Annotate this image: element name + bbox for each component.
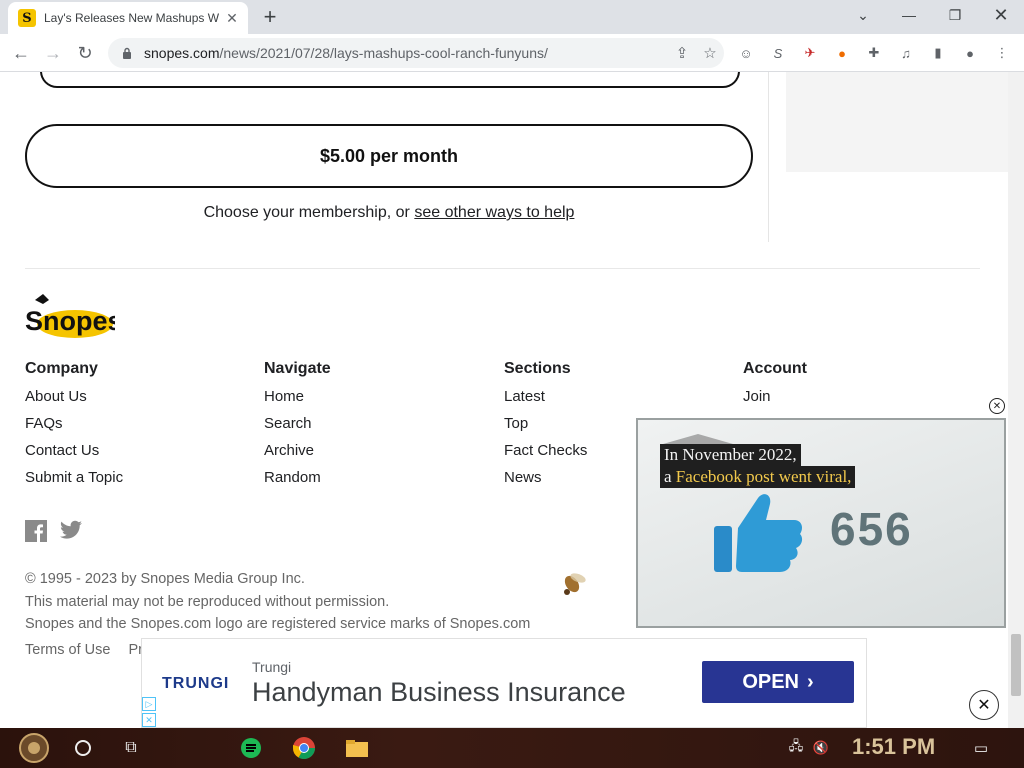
sidebar-placeholder — [786, 72, 1008, 172]
footer-link-archive[interactable]: Archive — [264, 442, 331, 469]
video-caption-line1: In November 2022, — [660, 444, 801, 466]
page-content: $5.00 per month Choose your membership, … — [0, 72, 1024, 728]
minimize-button[interactable]: — — [889, 2, 929, 28]
spotify-icon[interactable] — [236, 732, 266, 764]
footer-link-search[interactable]: Search — [264, 415, 331, 442]
task-view-icon[interactable]: ⧉ — [118, 732, 144, 764]
footer-link-top[interactable]: Top — [504, 415, 587, 442]
extension-color-icon[interactable]: ● — [832, 43, 852, 63]
previous-membership-option[interactable] — [40, 72, 740, 88]
ad-brand-logo: TRUNGI — [162, 675, 230, 692]
copyright-block: © 1995 - 2023 by Snopes Media Group Inc.… — [25, 568, 530, 636]
footer-account-column: Account Join — [743, 360, 807, 415]
footer-divider — [25, 268, 980, 269]
twitter-icon[interactable] — [59, 520, 83, 547]
copyright-text: © 1995 - 2023 by Snopes Media Group Inc. — [25, 571, 305, 587]
column-divider — [768, 72, 769, 242]
ad-headline: Handyman Business Insurance — [252, 677, 626, 707]
thumbs-up-icon — [714, 494, 803, 572]
footer-navigate-column: Navigate Home Search Archive Random — [264, 360, 331, 496]
network-icon[interactable]: 🖧 — [786, 732, 806, 764]
reload-button[interactable]: ↻ — [72, 40, 98, 66]
logo-text: Snopes — [25, 306, 115, 336]
footer-company-column: Company About Us FAQs Contact Us Submit … — [25, 360, 123, 496]
tab-title: Lay's Releases New Mashups W — [44, 11, 220, 25]
snopes-favicon-icon: S — [18, 9, 36, 27]
back-button[interactable]: ← — [8, 40, 34, 66]
file-explorer-icon[interactable] — [342, 732, 372, 764]
vertical-scrollbar[interactable] — [1008, 72, 1024, 728]
media-controls-icon[interactable]: ♫ — [896, 43, 916, 63]
footer-link-news[interactable]: News — [504, 469, 587, 496]
ad-advertiser: Trungi — [252, 659, 292, 675]
browser-toolbar: ← → ↻ snopes.com/news/2021/07/28/lays-ma… — [0, 34, 1024, 72]
legal-links: Terms of Use Pr — [25, 642, 143, 658]
chevron-right-icon: › — [807, 670, 814, 693]
adchoices-close-icon[interactable]: ✕ — [142, 713, 156, 727]
footer-link-fact-checks[interactable]: Fact Checks — [504, 442, 587, 469]
footer-heading-account: Account — [743, 360, 807, 377]
social-links — [25, 520, 83, 547]
extension-runner-icon[interactable]: ✈ — [800, 43, 820, 63]
like-count: 656 — [830, 503, 913, 555]
notifications-icon[interactable]: ▭ — [968, 732, 994, 764]
terms-of-use-link[interactable]: Terms of Use — [25, 642, 110, 658]
volume-muted-icon[interactable]: 🔇 — [810, 732, 832, 764]
restore-button[interactable]: ❐ — [935, 2, 975, 28]
trademark-text: Snopes and the Snopes.com logo are regis… — [25, 616, 531, 632]
floating-video-player[interactable]: In November 2022, a Facebook post went v… — [636, 418, 1006, 628]
footer-heading-sections: Sections — [504, 360, 571, 377]
extensions-puzzle-icon[interactable]: ✚ — [864, 43, 884, 63]
footer-link-submit-topic[interactable]: Submit a Topic — [25, 469, 123, 496]
forward-button[interactable]: → — [40, 40, 66, 66]
footer-heading-navigate: Navigate — [264, 360, 331, 377]
ad-banner[interactable]: ▷ ✕ TRUNGI Trungi Handyman Business Insu… — [141, 638, 867, 728]
browser-menu-icon[interactable]: ⋮ — [992, 43, 1012, 63]
profile-avatar-icon[interactable]: ● — [960, 43, 980, 63]
footer-link-contact-us[interactable]: Contact Us — [25, 442, 123, 469]
tab-search-icon[interactable]: ⌄ — [843, 2, 883, 28]
taskbar-clock[interactable]: 1:51 PM — [852, 734, 935, 760]
ad-open-button[interactable]: OPEN › — [702, 661, 854, 703]
bookmark-star-icon[interactable]: ☆ — [696, 41, 724, 65]
browser-tab[interactable]: S Lay's Releases New Mashups W ✕ — [8, 2, 248, 34]
footer-heading-company: Company — [25, 360, 98, 377]
footer-link-faqs[interactable]: FAQs — [25, 415, 123, 442]
extension-s-icon[interactable]: S — [768, 43, 788, 63]
other-ways-to-help-link[interactable]: see other ways to help — [414, 204, 574, 221]
url-text: snopes.com/news/2021/07/28/lays-mashups-… — [144, 45, 548, 61]
side-panel-icon[interactable]: ▮ — [928, 43, 948, 63]
membership-choice-text: Choose your membership, or see other way… — [203, 204, 575, 221]
lock-icon — [120, 46, 134, 60]
extension-smiley-icon[interactable]: ☺ — [736, 43, 756, 63]
footer-link-home[interactable]: Home — [264, 388, 331, 415]
adchoices-play-icon[interactable]: ▷ — [142, 697, 156, 711]
address-bar[interactable]: snopes.com/news/2021/07/28/lays-mashups-… — [108, 38, 724, 68]
start-button[interactable] — [10, 732, 58, 764]
tab-strip: S Lay's Releases New Mashups W ✕ + ⌄ — ❐… — [0, 0, 1024, 34]
footer-link-random[interactable]: Random — [264, 469, 331, 496]
close-window-button[interactable]: ✕ — [981, 2, 1021, 28]
snopes-logo[interactable]: Snopes — [25, 294, 123, 340]
footer-sections-column: Sections Latest Top Fact Checks News — [504, 360, 587, 496]
tab-close-icon[interactable]: ✕ — [224, 10, 240, 26]
footer-link-join[interactable]: Join — [743, 388, 807, 415]
scrollbar-thumb[interactable] — [1011, 634, 1021, 696]
footer-link-about-us[interactable]: About Us — [25, 388, 123, 415]
share-icon[interactable]: ⇪ — [668, 41, 696, 65]
video-close-icon[interactable]: ✕ — [989, 398, 1005, 414]
new-tab-button[interactable]: + — [258, 4, 282, 29]
windows-taskbar: ⧉ 🖧 🔇 1:51 PM ▭ — [0, 728, 1024, 768]
permission-text: This material may not be reproduced with… — [25, 593, 390, 610]
insect-icon — [556, 568, 592, 605]
cortana-icon[interactable] — [70, 732, 96, 764]
facebook-icon[interactable] — [25, 520, 47, 547]
ad-close-button[interactable]: ✕ — [969, 690, 999, 720]
membership-5-per-month-button[interactable]: $5.00 per month — [25, 124, 753, 188]
footer-link-latest[interactable]: Latest — [504, 388, 587, 415]
chrome-icon[interactable] — [289, 732, 319, 764]
video-caption-line2: a Facebook post went viral, — [660, 466, 856, 488]
